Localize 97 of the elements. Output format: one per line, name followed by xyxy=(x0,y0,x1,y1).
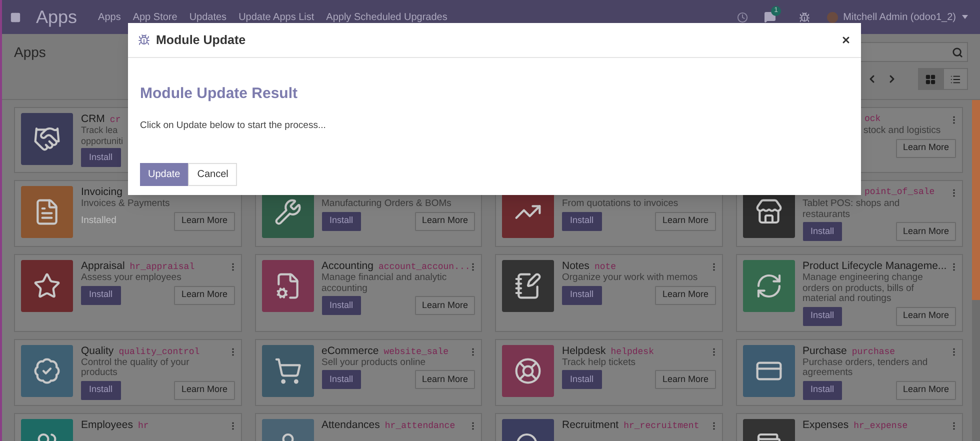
user-menu[interactable]: Mitchell Admin (odoo1_2) xyxy=(843,10,956,24)
module-code: hr xyxy=(138,420,149,432)
learn-more-button[interactable]: Learn More xyxy=(655,370,716,389)
app-description: Purchase orders, tenders and agreements xyxy=(802,358,929,378)
install-button[interactable]: Install xyxy=(562,286,602,304)
learn-more-button[interactable]: Learn More xyxy=(174,380,234,400)
install-button[interactable]: Install xyxy=(322,212,362,230)
bug-icon[interactable] xyxy=(799,12,810,22)
result-heading: Module Update Result xyxy=(140,84,299,104)
app-name: eCommerce xyxy=(322,344,379,358)
app-name: Employees xyxy=(81,418,133,432)
grid-icon xyxy=(925,74,936,84)
install-button[interactable]: Install xyxy=(802,380,842,400)
nav-menu-item[interactable]: Update Apps List xyxy=(238,10,314,24)
app-name: Accounting xyxy=(322,260,374,273)
install-button[interactable]: Install xyxy=(81,380,121,400)
nav-menu-item[interactable]: App Store xyxy=(132,10,178,24)
app-description: Sell your products online xyxy=(322,358,427,368)
install-button[interactable]: Install xyxy=(81,148,121,167)
install-button[interactable]: Install xyxy=(322,296,362,315)
module-code: hr_attendance xyxy=(384,420,456,432)
bug-icon xyxy=(138,34,150,46)
nav-menu-item[interactable]: Apps xyxy=(98,10,121,24)
app-description: Manage engineering change orders on products, bills of material and routings xyxy=(802,273,924,304)
learn-more-button[interactable]: Learn More xyxy=(655,212,716,230)
scrollbar[interactable] xyxy=(972,100,980,441)
app-description: Track help tickets xyxy=(562,358,637,368)
learn-more-button[interactable]: Learn More xyxy=(174,286,234,304)
learn-more-button[interactable]: Learn More xyxy=(414,296,475,315)
brand-title: Apps xyxy=(36,6,78,29)
install-button[interactable]: Install xyxy=(322,370,362,389)
app-name: Quality xyxy=(81,344,114,358)
learn-more-button[interactable]: Learn More xyxy=(896,222,956,241)
app-name: Purchase xyxy=(802,344,847,358)
kanban-view-button[interactable] xyxy=(918,68,943,90)
app-name: CRM xyxy=(81,113,105,126)
app-name: Expenses xyxy=(802,418,849,432)
module-code: hr_recruitment xyxy=(624,420,700,432)
app-name: Recruitment xyxy=(562,418,619,432)
nav-menu-item[interactable]: Updates xyxy=(189,10,227,24)
app-description: Organize your work with memos xyxy=(562,273,699,284)
install-button[interactable]: Install xyxy=(802,306,842,326)
learn-more-button[interactable]: Learn More xyxy=(896,306,956,326)
page-title: Apps xyxy=(14,42,46,62)
module-code: purchase xyxy=(852,346,896,358)
learn-more-button[interactable]: Learn More xyxy=(174,212,234,230)
module-code: cr xyxy=(110,114,121,126)
installed-status: Installed xyxy=(81,214,116,228)
caret-icon[interactable] xyxy=(962,15,968,19)
app-description: opportuniti xyxy=(81,136,124,146)
update-button[interactable]: Update xyxy=(140,162,188,186)
app-description: Assess your employees xyxy=(81,273,182,284)
app-description: Invoices & Payments xyxy=(81,199,171,210)
app-name: Product Lifecycle Manageme... xyxy=(802,260,947,273)
install-button[interactable]: Install xyxy=(562,370,602,389)
close-icon[interactable] xyxy=(841,35,851,45)
cancel-button[interactable]: Cancel xyxy=(188,162,238,186)
apps-menu-icon[interactable] xyxy=(10,12,21,22)
module-code: helpdesk xyxy=(610,346,654,358)
list-icon xyxy=(950,74,961,84)
app-description: Control the quality of your products xyxy=(81,358,190,378)
app-name: Helpdesk xyxy=(562,344,606,358)
module-code: point_of_sale xyxy=(864,186,935,199)
module-code: website_sale xyxy=(384,346,448,358)
module-code: account_accoun... xyxy=(378,261,470,273)
scrollbar-thumb[interactable] xyxy=(972,100,980,300)
app-name: Notes xyxy=(562,260,590,273)
learn-more-button[interactable]: Learn More xyxy=(896,138,956,158)
learn-more-button[interactable]: Learn More xyxy=(896,380,956,400)
learn-more-button[interactable]: Learn More xyxy=(414,370,475,389)
install-button[interactable]: Install xyxy=(562,212,602,230)
avatar-icon xyxy=(827,12,838,22)
list-view-button[interactable] xyxy=(943,68,968,90)
module-code: note xyxy=(594,261,616,273)
app-name: Appraisal xyxy=(81,260,125,273)
learn-more-button[interactable]: Learn More xyxy=(414,212,475,230)
learn-more-button[interactable]: Learn More xyxy=(655,286,716,304)
nav-menu-item[interactable]: Apply Scheduled Upgrades xyxy=(326,10,448,24)
install-button[interactable]: Install xyxy=(81,286,121,304)
search-icon[interactable] xyxy=(952,46,963,58)
module-code: quality_control xyxy=(118,346,200,358)
app-description: Manage financial and analytic accounting xyxy=(322,273,448,294)
dialog-title: Module Update xyxy=(156,32,246,49)
app-name: Invoicing xyxy=(81,186,122,199)
app-description: Track lea xyxy=(81,125,118,136)
install-button[interactable]: Install xyxy=(802,222,842,241)
module-code: hr_expense xyxy=(854,420,908,432)
module-code: ock xyxy=(864,113,881,126)
dialog-message: Click on Update below to start the process... xyxy=(140,118,327,132)
app-description: Manufacturing Orders & BOMs xyxy=(322,199,452,210)
app-description: stock and logistics xyxy=(862,126,942,136)
app-description: Tablet POS: shops and restaurants xyxy=(802,199,901,220)
activity-clock-icon[interactable] xyxy=(737,12,748,22)
chat-icon[interactable] xyxy=(764,11,776,23)
app-description: From quotations to invoices xyxy=(562,199,680,210)
module-code: hr_appraisal xyxy=(130,261,195,273)
app-name: Attendances xyxy=(322,418,380,432)
